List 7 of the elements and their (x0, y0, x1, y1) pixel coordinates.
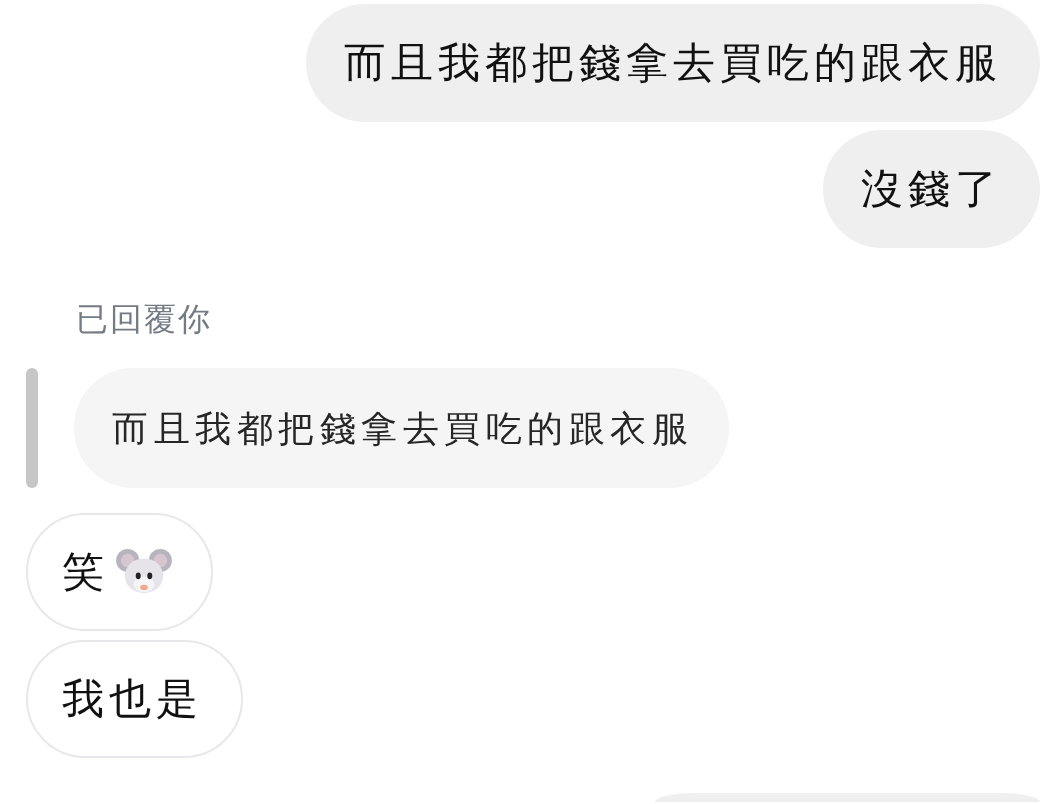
reply-label: 已回覆你 (76, 300, 212, 338)
message-text: 沒錢了 (861, 163, 1002, 215)
message-text: 而且我都把錢拿去買吃的跟衣服 (344, 37, 1002, 89)
message-text: 我也是 (62, 674, 203, 725)
quoted-message-text: 而且我都把錢拿去買吃的跟衣服 (112, 406, 693, 450)
quoted-message-bubble[interactable]: 而且我都把錢拿去買吃的跟衣服 (74, 368, 729, 489)
message-text: 笑 (62, 547, 109, 598)
